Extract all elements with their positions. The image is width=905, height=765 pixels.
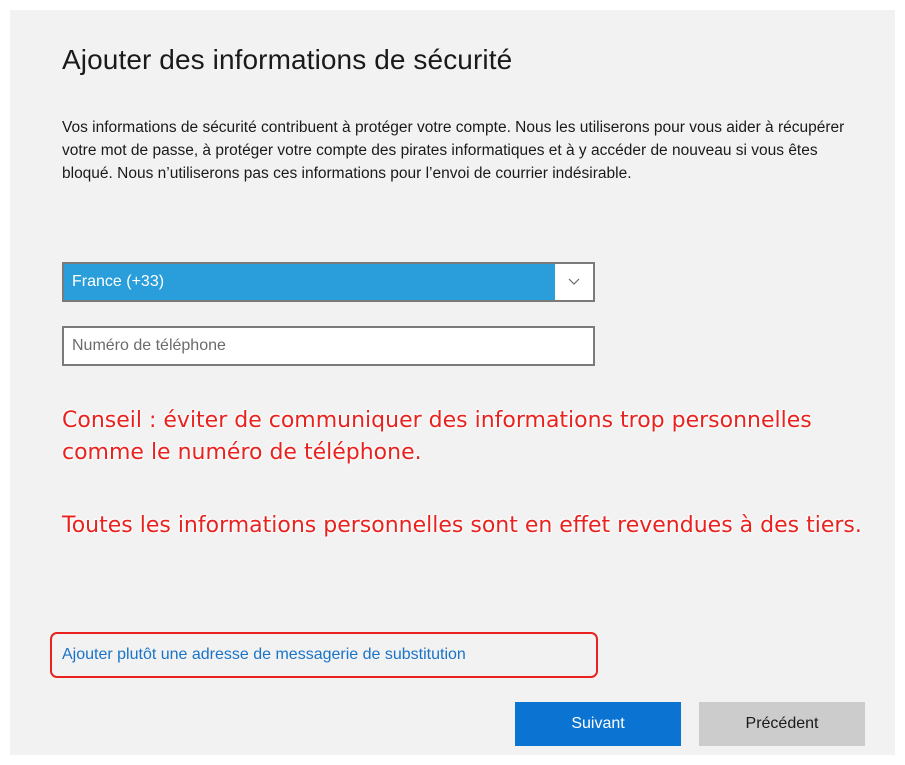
country-code-select[interactable]: France (+33) bbox=[62, 262, 595, 302]
page-title: Ajouter des informations de sécurité bbox=[62, 44, 513, 75]
security-info-panel: Ajouter des informations de sécurité Vos… bbox=[10, 10, 895, 755]
country-code-selected-value: France (+33) bbox=[64, 264, 555, 300]
previous-button[interactable]: Précédent bbox=[699, 702, 865, 746]
next-button[interactable]: Suivant bbox=[515, 702, 681, 746]
chevron-down-icon[interactable] bbox=[555, 264, 593, 300]
annotation-tip: Conseil : éviter de communiquer des info… bbox=[62, 408, 812, 465]
phone-number-input[interactable] bbox=[62, 326, 595, 366]
annotation-resale: Toutes les informations personnelles son… bbox=[62, 513, 862, 538]
alternate-email-link[interactable]: Ajouter plutôt une adresse de messagerie… bbox=[62, 646, 466, 664]
page-description: Vos informations de sécurité contribuent… bbox=[62, 119, 845, 182]
